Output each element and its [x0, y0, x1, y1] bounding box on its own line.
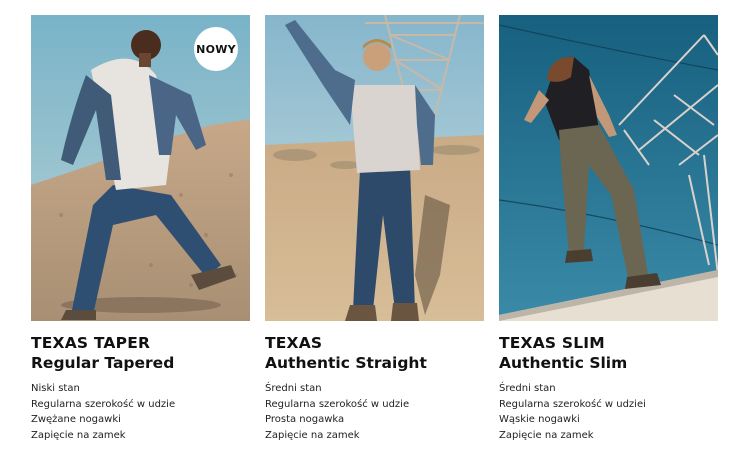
product-card-texas[interactable]: TEXAS Authentic Straight Średni stan Reg…: [265, 15, 484, 443]
product-fit-name[interactable]: Authentic Slim: [499, 353, 718, 374]
product-features-list: Niski stan Regularna szerokość w udzie Z…: [31, 381, 250, 443]
feature-item: Zapięcie na zamek: [265, 429, 360, 441]
feature-item: Średni stan: [499, 383, 556, 394]
feature-item: Zwężane nogawki: [31, 414, 121, 425]
feature-item: Prosta nogawka: [265, 414, 345, 425]
product-card-texas-slim[interactable]: TEXAS SLIM Authentic Slim Średni stan Re…: [499, 15, 718, 443]
product-fit-name[interactable]: Regular Tapered: [31, 353, 250, 374]
product-photo[interactable]: [265, 15, 484, 321]
product-photo[interactable]: NOWY: [31, 15, 250, 321]
feature-item: Regularna szerokość w udzie: [31, 398, 176, 410]
product-card-texas-taper[interactable]: NOWY TEXAS TAPER Regular Tapered Niski s…: [31, 15, 250, 443]
new-badge: NOWY: [194, 27, 238, 71]
product-fit-name[interactable]: Authentic Straight: [265, 353, 484, 374]
feature-item: Zapięcie na zamek: [499, 429, 594, 441]
product-image-texas: [265, 15, 484, 321]
feature-item: Regularna szerokość w udzie: [265, 398, 410, 410]
feature-item: Zapięcie na zamek: [31, 429, 126, 441]
feature-item: Regularna szerokość w udziei: [499, 398, 646, 410]
product-features-list: Średni stan Regularna szerokość w udzie …: [265, 381, 484, 443]
product-title[interactable]: TEXAS SLIM: [499, 334, 718, 353]
feature-item: Wąskie nogawki: [499, 414, 580, 425]
product-features-list: Średni stan Regularna szerokość w udziei…: [499, 381, 718, 443]
feature-item: Średni stan: [265, 383, 322, 394]
product-photo[interactable]: [499, 15, 718, 321]
product-title[interactable]: TEXAS: [265, 334, 484, 353]
product-image-texas-slim: [499, 15, 718, 321]
product-title[interactable]: TEXAS TAPER: [31, 334, 250, 353]
feature-item: Niski stan: [31, 383, 80, 394]
